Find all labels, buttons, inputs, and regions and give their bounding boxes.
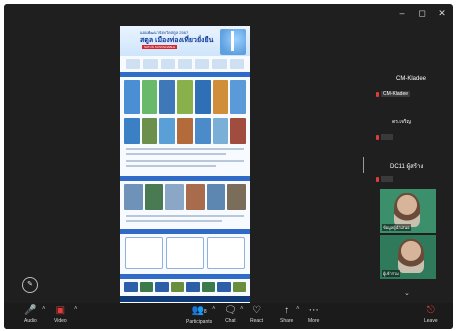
poster-text [126,165,216,167]
poster-band-2 [120,176,250,181]
video-tile-label: ผู้เข้าร่วม [382,270,400,277]
mic-muted-icon [376,91,379,97]
chat-options-chevron-icon[interactable]: ˄ [240,306,244,312]
participant-row[interactable]: ดร.เจริญ [392,118,411,126]
share-options-chevron-icon[interactable]: ˄ [296,306,300,312]
chat-label: Chat [225,318,236,324]
poster-logos [126,59,244,69]
participant-name-title: CM-Kladee [396,76,427,82]
participant-name [381,134,394,140]
poster-subtitle: SATUN SUSTAINABLE [142,45,178,49]
video-tile[interactable]: ผู้เข้าร่วม [380,235,436,279]
leave-label: Leave [424,318,438,324]
more-button[interactable]: ⋯ More [308,305,319,324]
participants-icon: 👥8 [191,305,207,316]
share-button[interactable]: ↑ Share [280,305,293,324]
video-options-chevron-icon[interactable]: ˄ [74,306,78,312]
mic-off-icon: 🎤 [24,305,37,316]
mic-muted-icon [376,176,379,182]
participant-row[interactable]: CM-Kladee [376,91,411,97]
poster-footer-icons [124,282,246,292]
participants-button[interactable]: 👥8 Participants [186,305,212,325]
react-button[interactable]: ♡ React [250,305,263,324]
poster-gallery-1 [124,80,247,114]
poster-band-3 [120,229,250,234]
poster-band-1 [120,72,250,77]
meeting-window: – ◻ ✕ แผนพัฒนาจังหวัดสตูล 2567 สตูล เมือ… [4,4,453,329]
participants-count: 8 [203,309,207,315]
camera-off-icon: ▣ [55,305,66,316]
minimize-icon[interactable]: – [397,8,407,19]
video-tile-label: ข้อมูลผู้นำเสนอ [382,224,411,231]
participant-name: DC11 ผู้สร้าง [390,164,424,170]
poster-text [126,153,226,155]
poster-text [126,160,244,162]
leave-button[interactable]: ⎋ Leave [424,305,438,324]
participant-name: CM-Kladee [381,91,411,97]
poster-text [126,220,222,222]
participants-label: Participants [186,319,213,325]
audio-button[interactable]: 🎤 Audio [24,305,37,324]
participant-row[interactable] [376,176,394,182]
poster-gallery-2 [124,118,247,144]
participant-name: ดร.เจริญ [392,119,411,125]
participant-video [394,193,420,227]
audio-label: Audio [24,318,37,324]
annotate-pen-icon[interactable]: ✎ [22,277,38,293]
heart-icon: ♡ [252,305,262,316]
mic-muted-icon [376,134,379,140]
participant-name [381,176,394,182]
chat-button[interactable]: 🗨 Chat [224,305,237,324]
more-label: More [308,318,320,324]
poster-header: แผนพัฒนาจังหวัดสตูล 2567 สตูล เมืองท่องเ… [120,26,250,56]
participant-row[interactable]: DC11 ผู้สร้าง [390,161,423,171]
meeting-toolbar: 🎤 Audio ˄ ▣ Video ˄ 👥8 Participants ˄ 🗨 … [4,303,453,329]
participants-options-chevron-icon[interactable]: ˄ [212,306,216,312]
maximize-icon[interactable]: ◻ [417,8,427,19]
poster-text [126,215,244,217]
more-icon: ⋯ [308,305,319,316]
chevron-down-icon[interactable]: ⌄ [404,289,410,297]
window-controls: – ◻ ✕ [397,8,447,19]
audio-options-chevron-icon[interactable]: ˄ [42,306,46,312]
chat-icon: 🗨 [224,305,237,316]
poster-text [126,148,244,150]
video-button[interactable]: ▣ Video [54,305,67,324]
leave-icon: ⎋ [426,305,435,316]
video-label: Video [54,318,67,324]
share-screen-icon: ↑ [284,305,290,316]
participant-row[interactable] [376,134,394,140]
react-label: React [250,318,264,324]
poster-footer-bar [120,296,250,302]
share-label: Share [280,318,294,324]
close-icon[interactable]: ✕ [437,8,447,19]
poster-band-4 [120,274,250,279]
poster-image [220,29,246,55]
participant-video [398,239,424,273]
shared-screen[interactable]: แผนพัฒนาจังหวัดสตูล 2567 สตูล เมืองท่องเ… [120,26,250,304]
video-tile[interactable]: ข้อมูลผู้นำเสนอ [380,189,436,233]
poster-info-boxes [125,237,245,269]
poster-gallery-3 [124,184,247,210]
panel-divider[interactable] [363,157,364,173]
